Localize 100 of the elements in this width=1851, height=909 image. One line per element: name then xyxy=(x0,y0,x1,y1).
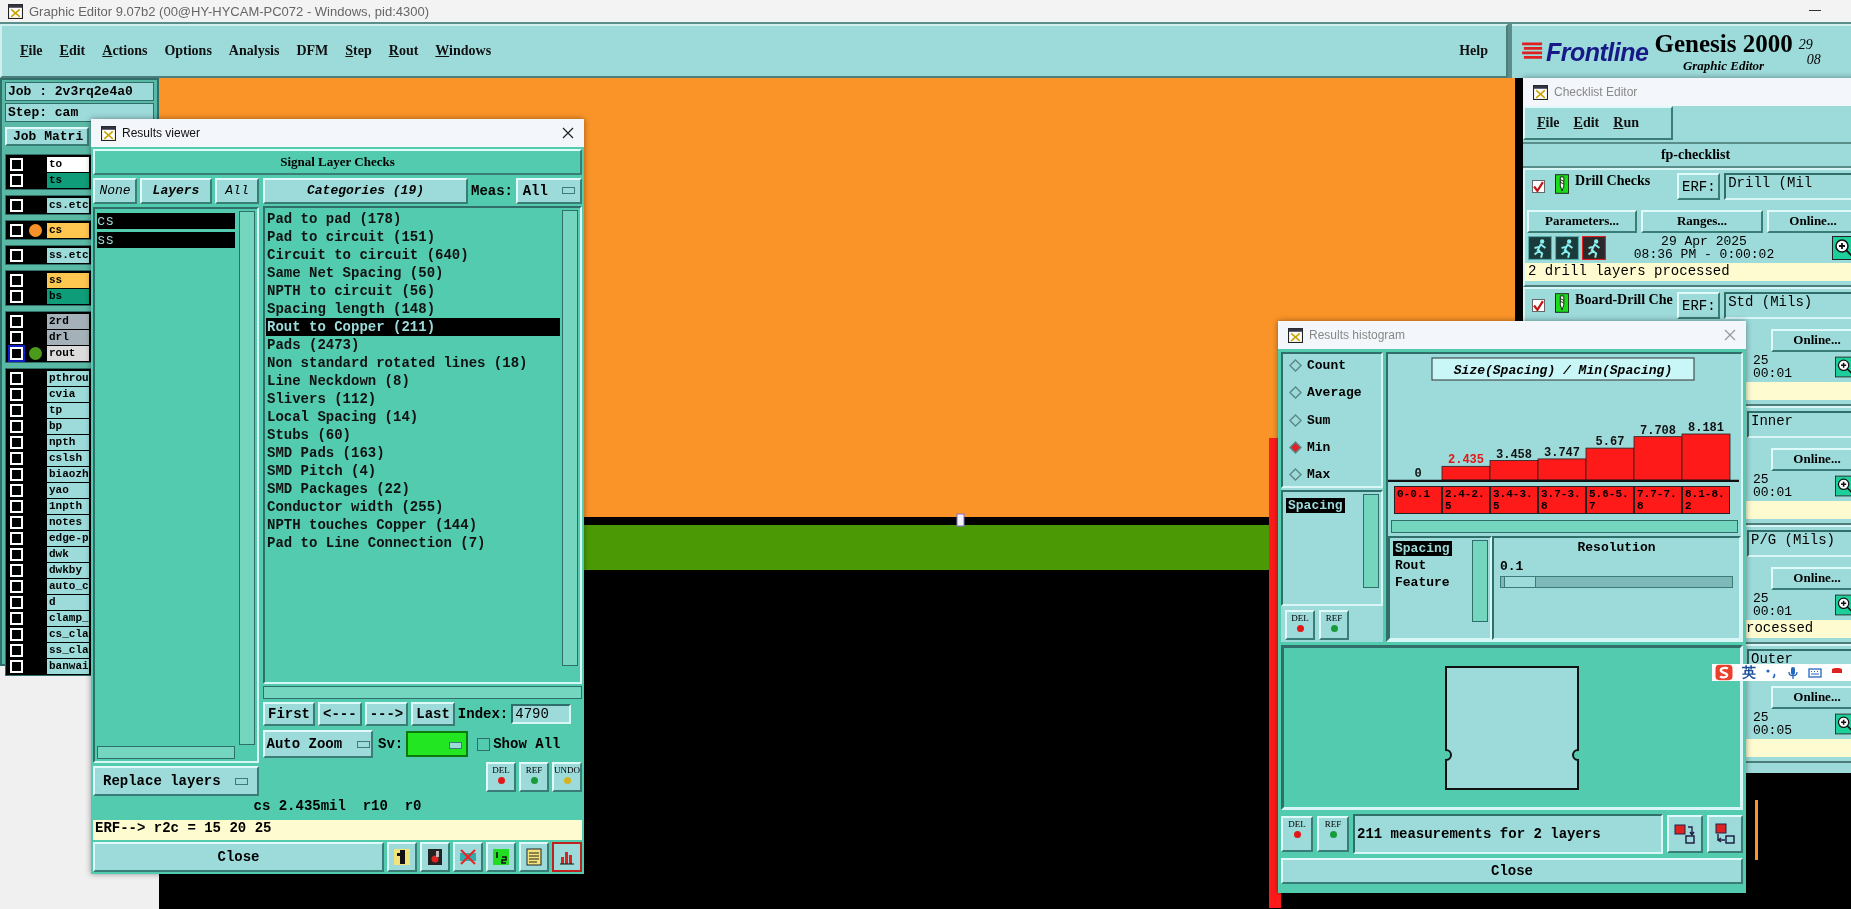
runner-icon[interactable] xyxy=(1528,236,1552,260)
layer-name[interactable]: cs.etc xyxy=(47,197,89,213)
layer-item[interactable]: cs xyxy=(97,213,235,229)
scrollbar[interactable] xyxy=(263,686,582,699)
show-all-checkbox[interactable] xyxy=(477,737,491,751)
cross-icon[interactable] xyxy=(453,842,483,872)
menu-item[interactable]: Windows xyxy=(435,43,492,59)
category-item[interactable]: Circuit to circuit (640) xyxy=(266,246,560,264)
layer-checkbox[interactable] xyxy=(10,547,23,561)
layer-checkbox[interactable] xyxy=(10,371,23,385)
layer-checkbox[interactable] xyxy=(10,595,23,609)
tool-button[interactable]: REF xyxy=(1319,610,1349,640)
category-item[interactable]: Non standard rotated lines (18) xyxy=(266,354,560,372)
radio-button[interactable] xyxy=(1289,386,1302,400)
layer-checkbox[interactable] xyxy=(10,346,23,360)
meas-dropdown[interactable]: All xyxy=(516,177,582,204)
categories-button[interactable]: Categories (19) xyxy=(263,177,468,204)
layer-name[interactable]: pthrou xyxy=(47,370,89,386)
menu-item[interactable]: File xyxy=(1537,115,1560,131)
layer-name[interactable]: notes xyxy=(47,514,89,530)
layer-checkbox[interactable] xyxy=(10,403,23,417)
none-button[interactable]: None xyxy=(93,177,137,204)
layer-checkbox[interactable] xyxy=(10,579,23,593)
tool-button[interactable]: REF xyxy=(1317,816,1349,852)
tool-button[interactable]: UNDO xyxy=(552,762,582,792)
menu-item[interactable]: Rout xyxy=(388,43,419,59)
nav-button[interactable]: <--- xyxy=(318,702,362,726)
layer-checkbox[interactable] xyxy=(10,659,23,673)
layer-name[interactable]: to xyxy=(47,156,89,172)
bar[interactable] xyxy=(1633,436,1683,481)
layer-checkbox[interactable] xyxy=(10,451,23,465)
layer-name[interactable]: cslsh xyxy=(47,450,89,466)
tool-button[interactable]: DEL xyxy=(486,762,516,792)
menu-item[interactable]: Actions xyxy=(102,43,148,59)
layer-checkbox[interactable] xyxy=(10,627,23,641)
layer-checkbox[interactable] xyxy=(10,611,23,625)
field-item[interactable]: Rout xyxy=(1393,558,1429,573)
category-item[interactable]: Pad to Line Connection (7) xyxy=(266,534,560,552)
category-item[interactable]: Pad to circuit (151) xyxy=(266,228,560,246)
layer-name[interactable]: biaozh xyxy=(47,466,89,482)
bar[interactable] xyxy=(1537,458,1587,481)
runner-icon[interactable] xyxy=(1555,236,1579,260)
category-item[interactable]: Local Spacing (14) xyxy=(266,408,560,426)
document-icon[interactable] xyxy=(519,842,549,872)
bar-chart-icon[interactable] xyxy=(552,842,582,872)
keyboard-icon[interactable] xyxy=(1808,665,1822,680)
layer-name[interactable]: 1npth xyxy=(47,498,89,514)
layer-checkbox[interactable] xyxy=(10,248,23,262)
job-matrix-button[interactable]: Job Matri xyxy=(5,127,89,146)
category-item[interactable]: Stubs (60) xyxy=(266,426,560,444)
layer-checkbox[interactable] xyxy=(10,173,23,187)
erf-field[interactable]: Drill (Mil xyxy=(1724,173,1851,200)
export-icon[interactable] xyxy=(1667,815,1703,853)
zoom-icon[interactable] xyxy=(1835,593,1851,617)
layer-item[interactable]: ss xyxy=(97,232,235,248)
menu-item[interactable]: DFM xyxy=(296,43,329,59)
layer-name[interactable]: cvia xyxy=(47,386,89,402)
nav-button[interactable]: Last xyxy=(411,702,455,726)
menu-item[interactable]: Edit xyxy=(59,43,86,59)
erf-field[interactable]: Std (Mils) xyxy=(1724,292,1851,319)
scrollbar[interactable] xyxy=(239,211,255,745)
layers-button[interactable]: Layers xyxy=(140,177,212,204)
layer-name[interactable]: bs xyxy=(47,288,89,304)
layer-name[interactable]: dwkby xyxy=(47,562,89,578)
import-icon[interactable] xyxy=(1707,815,1743,853)
layer-checkbox[interactable] xyxy=(10,563,23,577)
layer-checkbox[interactable] xyxy=(10,435,23,449)
tool-button[interactable]: DEL xyxy=(1281,816,1313,852)
layer-checkbox[interactable] xyxy=(10,515,23,529)
layer-checkbox[interactable] xyxy=(10,531,23,545)
auto-zoom-dropdown[interactable]: Auto Zoom xyxy=(263,730,373,758)
attribute-item[interactable]: Spacing xyxy=(1286,498,1345,513)
layer-name[interactable]: npth xyxy=(47,434,89,450)
menu-item[interactable]: File xyxy=(20,43,43,59)
layer-name[interactable]: cs xyxy=(47,222,89,238)
index-field[interactable]: 4790 xyxy=(511,704,572,724)
layer-name[interactable]: edge-p xyxy=(47,530,89,546)
close-button[interactable]: Close xyxy=(1281,858,1743,884)
layer-name[interactable]: yao xyxy=(47,482,89,498)
layer-checkbox[interactable] xyxy=(10,467,23,481)
ime-logo-icon[interactable] xyxy=(1714,664,1734,681)
check-button[interactable]: Parameters... xyxy=(1527,209,1637,233)
category-item[interactable]: Slivers (112) xyxy=(266,390,560,408)
checkbox[interactable] xyxy=(1532,180,1545,193)
layer-name[interactable]: auto_c xyxy=(47,578,89,594)
category-item[interactable]: SMD Pitch (4) xyxy=(266,462,560,480)
all-button[interactable]: All xyxy=(215,177,259,204)
bar[interactable] xyxy=(1489,460,1539,481)
field-item[interactable]: Spacing xyxy=(1393,541,1452,556)
layer-checkbox[interactable] xyxy=(10,387,23,401)
layer-checkbox[interactable] xyxy=(10,483,23,497)
category-item[interactable]: SMD Pads (163) xyxy=(266,444,560,462)
layer-checkbox[interactable] xyxy=(10,289,23,303)
layer-checkbox[interactable] xyxy=(10,198,23,212)
zoom-icon[interactable] xyxy=(1835,474,1851,498)
severity-dropdown[interactable] xyxy=(406,731,469,757)
layer-name[interactable]: drl xyxy=(47,329,89,345)
tool-button[interactable]: REF xyxy=(519,762,549,792)
category-item[interactable]: Same Net Spacing (50) xyxy=(266,264,560,282)
layer-name[interactable]: ts xyxy=(47,172,89,188)
